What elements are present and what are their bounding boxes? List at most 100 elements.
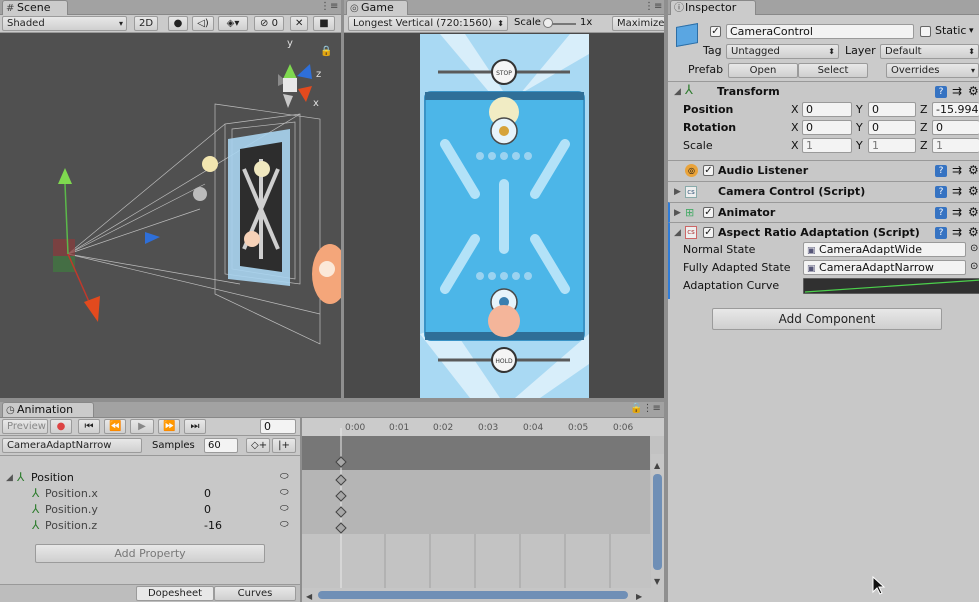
- property-value[interactable]: 0: [204, 503, 211, 517]
- list-item[interactable]: ⅄ Position.x 0 ⬭: [0, 486, 300, 502]
- keyframe-toggle-icon[interactable]: ⬭: [280, 470, 289, 484]
- last-keyframe-button[interactable]: ⏭: [184, 419, 206, 434]
- list-item[interactable]: ⅄ Position.y 0 ⬭: [0, 502, 300, 518]
- normal-state-field[interactable]: ▣ CameraAdaptWide: [803, 242, 966, 257]
- next-keyframe-button[interactable]: ⏩: [158, 419, 180, 434]
- scale-x-field[interactable]: 1: [802, 138, 852, 153]
- position-x-field[interactable]: 0: [802, 102, 852, 117]
- tab-game[interactable]: ◎ Game: [346, 0, 408, 15]
- rotation-z-field[interactable]: 0: [932, 120, 979, 135]
- foldout-arrow-icon[interactable]: ▶: [674, 206, 681, 220]
- active-checkbox[interactable]: ✓: [710, 26, 721, 37]
- add-keyframe-button[interactable]: ◇+: [246, 438, 270, 453]
- help-icon[interactable]: ?: [935, 186, 947, 198]
- foldout-arrow-icon[interactable]: ▶: [674, 185, 681, 199]
- preview-button[interactable]: Preview: [2, 419, 48, 434]
- curves-tab[interactable]: Curves: [214, 586, 296, 601]
- position-y-field[interactable]: 0: [868, 102, 916, 117]
- gizmo-y-cone[interactable]: [283, 64, 297, 79]
- audio-listener-enabled-checkbox[interactable]: ✓: [703, 165, 714, 176]
- list-item[interactable]: ⅄ Position.z -16 ⬭: [0, 518, 300, 534]
- gizmo-x-cone[interactable]: [298, 86, 312, 102]
- help-icon[interactable]: ?: [935, 227, 947, 239]
- clip-dropdown[interactable]: CameraAdaptNarrow: [2, 438, 142, 453]
- keyframe-toggle-icon[interactable]: ⬭: [280, 486, 289, 500]
- property-value[interactable]: 0: [204, 487, 211, 501]
- scroll-left-icon[interactable]: ◀: [306, 592, 313, 601]
- animator-enabled-checkbox[interactable]: ✓: [703, 207, 714, 218]
- tab-inspector[interactable]: ⓘ Inspector: [670, 0, 756, 15]
- scale-z-field[interactable]: 1: [932, 138, 979, 153]
- prefab-select-button[interactable]: Select: [798, 63, 868, 78]
- animator-component[interactable]: ▶ ⊞ ✓ Animator ? ⇉ ⚙: [668, 202, 979, 222]
- static-checkbox[interactable]: [920, 26, 931, 37]
- rotation-y-field[interactable]: 0: [868, 120, 916, 135]
- dopesheet-timeline[interactable]: 0:00 0:01 0:02 0:03 0:04 0:05 0:06 ▲ ▼ ◀…: [302, 418, 664, 602]
- panel-menu-icon[interactable]: ⋮≡: [320, 1, 338, 12]
- property-value[interactable]: -16: [204, 519, 222, 533]
- object-name-field[interactable]: CameraControl: [726, 24, 914, 39]
- gear-icon[interactable]: ⚙: [968, 225, 979, 239]
- audio-listener-component[interactable]: ◎ ✓ Audio Listener ? ⇉ ⚙: [668, 160, 979, 181]
- object-picker-icon[interactable]: ⊙: [970, 243, 978, 254]
- keyframe-toggle-icon[interactable]: ⬭: [280, 518, 289, 532]
- first-keyframe-button[interactable]: ⏮: [78, 419, 100, 434]
- gizmo-center-cube[interactable]: [283, 78, 297, 92]
- prefab-overrides-dropdown[interactable]: Overrides ▾: [886, 63, 979, 78]
- scroll-down-icon[interactable]: ▼: [654, 577, 661, 586]
- dopesheet-tab[interactable]: Dopesheet: [136, 586, 214, 601]
- position-z-field[interactable]: -15.994: [932, 102, 979, 117]
- prefab-open-button[interactable]: Open: [728, 63, 798, 78]
- gizmo-z-cone[interactable]: [297, 64, 312, 79]
- camera-control-component[interactable]: ▶ cs Camera Control (Script) ? ⇉ ⚙: [668, 181, 979, 202]
- adaptation-curve-field[interactable]: [803, 278, 979, 294]
- hidden-count-toggle[interactable]: ⊘ 0: [254, 16, 284, 31]
- scale-slider-thumb[interactable]: [543, 18, 553, 28]
- panel-menu-icon[interactable]: ⋮≡: [644, 1, 662, 12]
- object-picker-icon[interactable]: ⊙: [970, 261, 978, 272]
- help-icon[interactable]: ?: [935, 165, 947, 177]
- tools-icon[interactable]: ✕: [290, 16, 308, 31]
- add-component-button[interactable]: Add Component: [712, 308, 942, 330]
- presets-icon[interactable]: ⇉: [952, 163, 962, 177]
- keyframe-toggle-icon[interactable]: ⬭: [280, 502, 289, 516]
- tag-dropdown[interactable]: Untagged ⬍: [726, 44, 839, 59]
- horizontal-scrollbar-thumb[interactable]: [318, 591, 628, 599]
- help-icon[interactable]: ?: [935, 86, 947, 98]
- tab-scene[interactable]: # Scene: [2, 0, 68, 15]
- presets-icon[interactable]: ⇉: [952, 225, 962, 239]
- vertical-scrollbar-thumb[interactable]: [653, 474, 662, 570]
- prev-keyframe-button[interactable]: ⏪: [104, 419, 126, 434]
- scene-viewport[interactable]: y z x 🔒: [0, 34, 341, 400]
- game-viewport[interactable]: STOP HOLD: [420, 34, 589, 398]
- scroll-up-icon[interactable]: ▲: [654, 461, 661, 470]
- help-icon[interactable]: ?: [935, 207, 947, 219]
- rotation-x-field[interactable]: 0: [802, 120, 852, 135]
- add-property-button[interactable]: Add Property: [35, 544, 265, 563]
- gear-icon[interactable]: ⚙: [968, 84, 979, 98]
- scale-y-field[interactable]: 1: [868, 138, 916, 153]
- aspect-enabled-checkbox[interactable]: ✓: [703, 227, 714, 238]
- foldout-arrow-icon[interactable]: ◢: [6, 471, 13, 485]
- foldout-arrow-icon[interactable]: ◢: [674, 226, 681, 240]
- lighting-icon[interactable]: ●: [168, 16, 188, 31]
- orientation-gizmo[interactable]: [278, 64, 312, 108]
- presets-icon[interactable]: ⇉: [952, 205, 962, 219]
- audio-icon[interactable]: ◁): [192, 16, 214, 31]
- shading-mode-dropdown[interactable]: Shaded ▾: [2, 16, 127, 31]
- list-item[interactable]: ◢ ⅄ Position ⬭: [0, 470, 300, 486]
- gizmo-neg-y-cone[interactable]: [283, 94, 293, 108]
- play-button[interactable]: ▶: [130, 419, 154, 434]
- foldout-arrow-icon[interactable]: ◢: [674, 85, 681, 99]
- record-button[interactable]: ●: [50, 419, 72, 434]
- lock-icon[interactable]: 🔒: [320, 45, 332, 57]
- tab-animation[interactable]: ◷ Animation: [2, 402, 94, 417]
- frame-field[interactable]: 0: [260, 419, 296, 434]
- layer-dropdown[interactable]: Default ⬍: [880, 44, 979, 59]
- fully-adapted-field[interactable]: ▣ CameraAdaptNarrow: [803, 260, 966, 275]
- camera-icon[interactable]: ■: [313, 16, 335, 31]
- presets-icon[interactable]: ⇉: [952, 84, 962, 98]
- static-dropdown-icon[interactable]: ▾: [969, 24, 974, 38]
- mode-2d-button[interactable]: 2D: [134, 16, 158, 31]
- samples-field[interactable]: 60: [204, 438, 238, 453]
